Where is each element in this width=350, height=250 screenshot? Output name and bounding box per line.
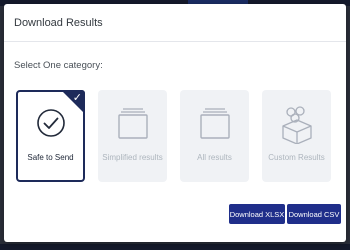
stack-icon [199,106,231,145]
download-xlsx-button[interactable]: Download XLSX [229,204,285,224]
category-card-all-results[interactable]: All results [180,90,249,182]
download-results-dialog: Download Results Select One category: ✓ … [4,4,346,242]
dialog-title: Download Results [14,16,103,29]
category-label: Custom Results [268,153,325,162]
category-prompt: Select One category: [14,60,103,71]
backdrop-bottom [0,244,350,250]
category-label: Simplified results [102,153,163,162]
category-card-safe-to-send[interactable]: ✓ Safe to Send [16,90,85,182]
category-card-custom-results[interactable]: Custom Results [262,90,331,182]
selected-check-icon: ✓ [72,92,82,104]
check-circle-icon [36,108,66,143]
category-card-simplified-results[interactable]: Simplified results [98,90,167,182]
cubes-icon [280,106,314,149]
category-label: Safe to Send [27,153,74,162]
download-csv-button[interactable]: Download CSV [287,204,341,224]
dialog-header: Download Results [4,4,346,42]
stack-icon [117,106,149,145]
category-cards: ✓ Safe to Send Simplified results All re… [16,90,331,182]
category-label: All results [197,153,232,162]
